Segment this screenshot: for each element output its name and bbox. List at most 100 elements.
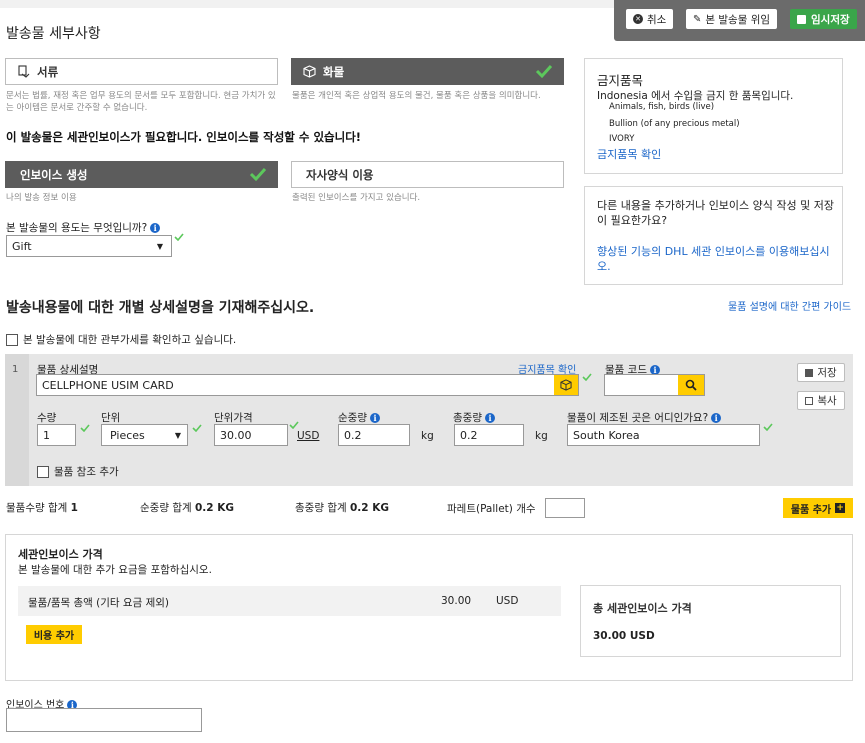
gross-weight-input[interactable]: 0.2 [454,424,524,446]
own-invoice-option[interactable]: 자사양식 이용 [291,161,564,188]
item-save-button[interactable]: 저장 [797,363,845,382]
cancel-button[interactable]: ✕ 취소 [626,9,674,29]
net-weight-value: 0.2 [344,428,362,442]
unit-label: 단위 [101,412,121,424]
prohibited-description: Indonesia 에서 수입을 금지 한 품목입니다. [597,88,837,103]
net-weight-label: 순중량 i [338,410,380,425]
invoice-number-input[interactable] [6,708,202,732]
valid-check-icon [174,233,184,241]
origin-value: South Korea [573,428,640,442]
contents-heading: 발송내용물에 대한 개별 상세설명을 기재해주십시오. [6,300,315,316]
info-icon[interactable]: i [484,413,495,423]
total-quantity-label: 물품수량 합계 [6,502,68,514]
total-gross-weight-label: 총중량 합계 [295,502,347,514]
item-reference-checkbox[interactable] [37,465,49,478]
purpose-select[interactable]: Gift ▼ [6,235,172,257]
duty-checkbox[interactable] [6,333,18,346]
own-invoice-label: 자사양식 이용 [306,167,374,182]
prohibited-check-link[interactable]: 금지품목 확인 [597,146,661,162]
unit-value: Pieces [110,428,145,442]
customs-value-title: 세관인보이스 가격 [18,548,103,561]
info-icon[interactable]: i [711,413,722,423]
info-icon[interactable]: i [369,413,380,423]
total-quantity: 물품수량 합계 1 [6,500,78,515]
template-label: 본 발송물 위임 [705,13,771,26]
own-invoice-note: 출력된 인보이스를 가지고 있습니다. [292,193,421,203]
item-row-block: 1 물품 상세설명 금지품목 확인 CELLPHONE USIM CARD 물품… [5,354,853,486]
item-copy-button[interactable]: 복사 [797,391,845,410]
total-quantity-value: 1 [70,502,78,514]
origin-label: 물품이 제조된 곳은 어디인가요? i [567,410,722,425]
save-disk-icon [797,14,806,24]
description-guide-link[interactable]: 물품 설명에 대한 간편 가이드 [728,298,851,313]
save-disk-icon [805,368,814,377]
valid-check-icon [192,424,202,432]
help-panel: 다른 내용을 추가하거나 인보이스 양식 작성 및 저장이 필요한가요? 향상된… [584,186,843,285]
item-index: 1 [12,364,19,375]
prohibited-item-2: Bullion (of any precious metal) [609,119,740,129]
total-net-weight-value: 0.2 KG [194,502,234,514]
item-reference-row: 물품 참조 추가 [37,464,119,479]
invoice-required-message: 이 발송물은 세관인보이스가 필요합니다. 인보이스를 작성할 수 있습니다! [6,130,362,144]
customs-value-row: 물품/품목 총액 (기타 요금 제외) 30.00 USD [18,586,561,616]
unit-select[interactable]: Pieces ▼ [101,424,188,446]
qty-value: 1 [43,428,50,442]
purpose-question: 본 발송물의 용도는 무엇입니까? i [6,220,161,235]
cancel-label: 취소 [647,13,667,26]
qty-input[interactable]: 1 [37,424,76,446]
net-weight-label-text: 순중량 [338,412,367,424]
prohibited-country: Indonesia [597,90,648,102]
net-weight-input[interactable]: 0.2 [338,424,410,446]
copy-icon [805,396,814,405]
add-item-button[interactable]: 물품 추가 + [783,498,853,518]
add-charge-button[interactable]: 비용 추가 [26,625,82,644]
action-toolbar: ✕ 취소 ✎ 본 발송물 위임 임시저장 [614,0,865,41]
info-icon[interactable]: i [150,223,161,233]
box-icon [302,65,316,79]
help-text: 다른 내용을 추가하거나 인보이스 양식 작성 및 저장이 필요한가요? [597,199,834,227]
plus-icon: + [835,503,846,513]
valid-check-icon [763,423,773,431]
item-save-label: 저장 [817,367,837,379]
purpose-value: Gift [12,239,32,253]
item-description-input[interactable]: CELLPHONE USIM CARD [36,374,579,396]
unit-price-input[interactable]: 30.00 [214,424,288,446]
pallet-label: 파레트(Pallet) 개수 [447,503,536,515]
duty-check-row: 본 발송물에 대한 관부가세를 확인하고 싶습니다. [6,332,236,347]
currency-link[interactable]: USD [297,430,319,442]
save-draft-button[interactable]: 임시저장 [790,9,857,29]
gross-weight-label-text: 총중량 [453,412,482,424]
template-button[interactable]: ✎ 본 발송물 위임 [686,9,778,29]
total-customs-value: 30.00 USD [593,630,655,642]
customs-row-currency: USD [496,595,519,607]
gross-weight-label: 총중량 i [453,410,495,425]
total-gross-weight-value: 0.2 KG [349,502,389,514]
total-gross-weight: 총중량 합계 0.2 KG [295,500,389,515]
origin-input[interactable]: South Korea [567,424,760,446]
prohibited-title: 금지품목 [597,73,644,88]
customs-row-label: 물품/품목 총액 (기타 요금 제외) [28,597,170,609]
goods-option[interactable]: 화물 [291,58,564,85]
prohibited-item-3: IVORY [609,134,635,144]
create-invoice-option[interactable]: 인보이스 생성 [5,161,278,188]
duty-check-label: 본 발송물에 대한 관부가세를 확인하고 싶습니다. [23,334,237,346]
documents-option[interactable]: 서류 [5,58,278,85]
total-net-weight-label: 순중량 합계 [140,502,192,514]
qty-label: 수량 [37,412,57,424]
item-description-value: CELLPHONE USIM CARD [42,378,174,392]
save-draft-label: 임시저장 [811,13,850,26]
goods-label: 화물 [323,64,345,79]
create-invoice-note: 나의 발송 정보 이용 [6,193,77,203]
goods-note: 물품은 개인적 혹은 상업적 용도의 물건, 물품 혹은 상품을 의미합니다. [292,91,541,101]
item-reference-label: 물품 참조 추가 [54,466,119,478]
pallet-input[interactable] [545,498,585,518]
close-circle-icon: ✕ [633,14,643,24]
prohibited-item-1: Animals, fish, birds (live) [609,102,715,112]
dhl-invoice-link[interactable]: 향상된 기능의 DHL 세관 인보이스를 이용해보십시오. [597,244,837,274]
selected-check-icon [535,64,553,79]
item-box-button[interactable] [554,375,578,395]
purpose-question-text: 본 발송물의 용도는 무엇입니까? [6,222,148,234]
unit-price-value: 30.00 [220,428,252,442]
gross-weight-value: 0.2 [460,428,478,442]
item-code-search-button[interactable] [678,375,704,395]
